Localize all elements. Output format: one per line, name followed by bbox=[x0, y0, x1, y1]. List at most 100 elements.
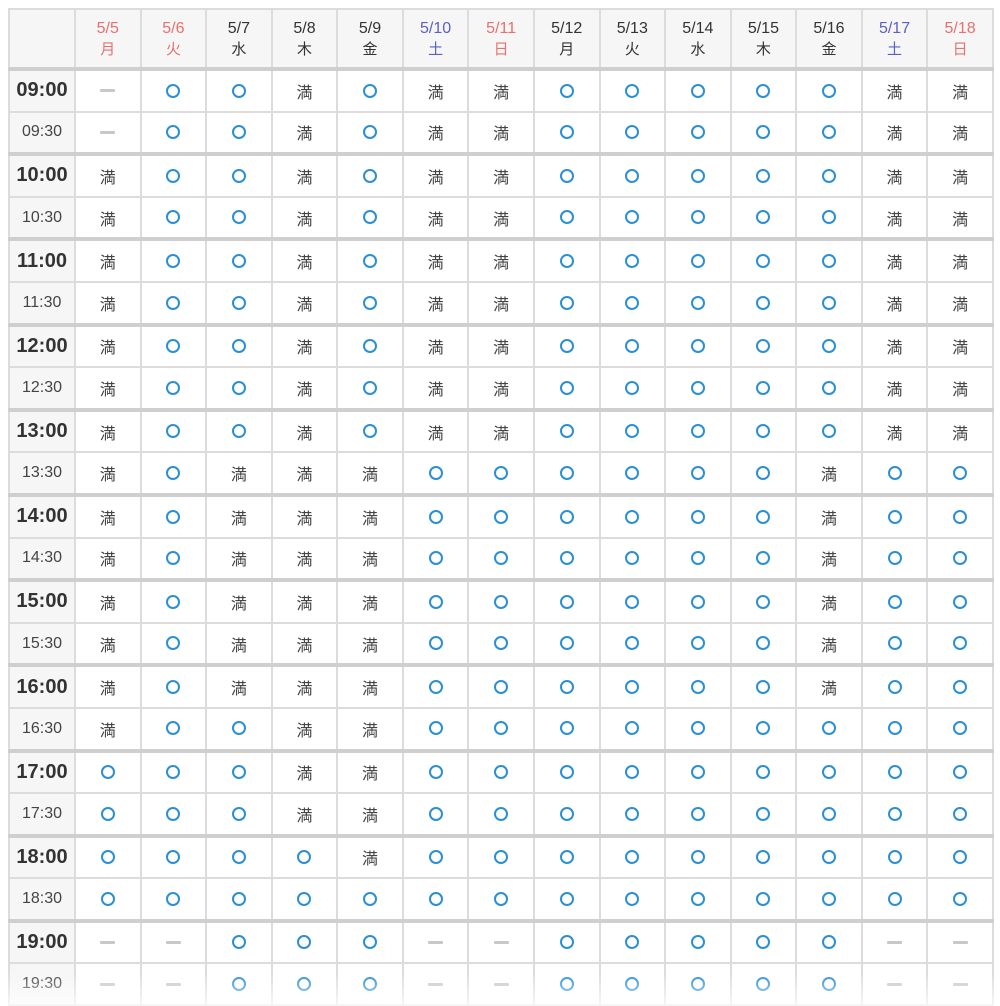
slot-available[interactable] bbox=[532, 621, 601, 667]
slot-available[interactable] bbox=[598, 110, 667, 156]
slot-available[interactable] bbox=[205, 366, 273, 411]
slot-available[interactable] bbox=[729, 322, 798, 369]
slot-available[interactable] bbox=[860, 578, 929, 624]
slot-available[interactable] bbox=[598, 366, 667, 411]
slot-available[interactable] bbox=[74, 877, 142, 922]
slot-available[interactable] bbox=[467, 706, 535, 752]
slot-available[interactable] bbox=[139, 833, 208, 880]
slot-available[interactable] bbox=[664, 237, 732, 283]
slot-available[interactable] bbox=[729, 237, 798, 283]
slot-available[interactable] bbox=[598, 237, 667, 283]
slot-available[interactable] bbox=[860, 748, 929, 795]
slot-available[interactable] bbox=[860, 833, 929, 880]
slot-available[interactable] bbox=[139, 322, 208, 369]
slot-available[interactable] bbox=[598, 578, 667, 624]
slot-available[interactable] bbox=[205, 877, 273, 922]
slot-available[interactable] bbox=[860, 492, 929, 539]
slot-available[interactable] bbox=[729, 706, 798, 752]
slot-available[interactable] bbox=[598, 833, 667, 880]
slot-available[interactable] bbox=[598, 451, 667, 496]
slot-available[interactable] bbox=[467, 578, 535, 624]
slot-available[interactable] bbox=[664, 67, 732, 113]
slot-available[interactable] bbox=[401, 492, 470, 539]
slot-available[interactable] bbox=[598, 280, 667, 326]
slot-available[interactable] bbox=[729, 536, 798, 582]
slot-available[interactable] bbox=[532, 918, 601, 965]
slot-available[interactable] bbox=[139, 492, 208, 539]
slot-available[interactable] bbox=[336, 366, 404, 411]
slot-available[interactable] bbox=[467, 748, 535, 795]
slot-available[interactable] bbox=[664, 962, 732, 1006]
slot-available[interactable] bbox=[139, 706, 208, 752]
slot-available[interactable] bbox=[729, 195, 798, 241]
slot-available[interactable] bbox=[532, 322, 601, 369]
slot-available[interactable] bbox=[532, 663, 601, 709]
slot-available[interactable] bbox=[467, 663, 535, 709]
slot-available[interactable] bbox=[795, 67, 863, 113]
slot-available[interactable] bbox=[401, 792, 470, 837]
slot-available[interactable] bbox=[205, 748, 273, 795]
slot-available[interactable] bbox=[401, 748, 470, 795]
slot-available[interactable] bbox=[729, 110, 798, 156]
slot-available[interactable] bbox=[532, 792, 601, 837]
slot-available[interactable] bbox=[860, 706, 929, 752]
slot-available[interactable] bbox=[729, 280, 798, 326]
slot-available[interactable] bbox=[467, 536, 535, 582]
slot-available[interactable] bbox=[664, 833, 732, 880]
slot-available[interactable] bbox=[664, 280, 732, 326]
slot-available[interactable] bbox=[598, 792, 667, 837]
slot-available[interactable] bbox=[139, 366, 208, 411]
slot-available[interactable] bbox=[664, 792, 732, 837]
slot-available[interactable] bbox=[729, 152, 798, 198]
slot-available[interactable] bbox=[336, 280, 404, 326]
slot-available[interactable] bbox=[532, 152, 601, 198]
slot-available[interactable] bbox=[664, 578, 732, 624]
slot-available[interactable] bbox=[139, 110, 208, 156]
slot-available[interactable] bbox=[795, 322, 863, 369]
slot-available[interactable] bbox=[336, 110, 404, 156]
slot-available[interactable] bbox=[598, 322, 667, 369]
slot-available[interactable] bbox=[532, 706, 601, 752]
slot-available[interactable] bbox=[598, 918, 667, 965]
slot-available[interactable] bbox=[860, 451, 929, 496]
slot-available[interactable] bbox=[467, 877, 535, 922]
slot-available[interactable] bbox=[729, 366, 798, 411]
slot-available[interactable] bbox=[926, 536, 994, 582]
slot-available[interactable] bbox=[270, 877, 339, 922]
slot-available[interactable] bbox=[729, 492, 798, 539]
slot-available[interactable] bbox=[532, 195, 601, 241]
slot-available[interactable] bbox=[664, 407, 732, 454]
slot-available[interactable] bbox=[401, 877, 470, 922]
slot-available[interactable] bbox=[139, 663, 208, 709]
slot-available[interactable] bbox=[729, 578, 798, 624]
slot-available[interactable] bbox=[926, 578, 994, 624]
slot-available[interactable] bbox=[205, 152, 273, 198]
slot-available[interactable] bbox=[336, 407, 404, 454]
slot-available[interactable] bbox=[795, 877, 863, 922]
slot-available[interactable] bbox=[598, 67, 667, 113]
slot-available[interactable] bbox=[532, 366, 601, 411]
slot-available[interactable] bbox=[139, 152, 208, 198]
slot-available[interactable] bbox=[336, 237, 404, 283]
slot-available[interactable] bbox=[336, 322, 404, 369]
slot-available[interactable] bbox=[336, 918, 404, 965]
slot-available[interactable] bbox=[532, 536, 601, 582]
slot-available[interactable] bbox=[401, 833, 470, 880]
slot-available[interactable] bbox=[401, 621, 470, 667]
slot-available[interactable] bbox=[270, 962, 339, 1006]
slot-available[interactable] bbox=[926, 792, 994, 837]
slot-available[interactable] bbox=[532, 877, 601, 922]
slot-available[interactable] bbox=[926, 748, 994, 795]
slot-available[interactable] bbox=[598, 663, 667, 709]
slot-available[interactable] bbox=[664, 152, 732, 198]
slot-available[interactable] bbox=[139, 621, 208, 667]
slot-available[interactable] bbox=[664, 322, 732, 369]
slot-available[interactable] bbox=[205, 322, 273, 369]
slot-available[interactable] bbox=[532, 492, 601, 539]
slot-available[interactable] bbox=[860, 663, 929, 709]
slot-available[interactable] bbox=[729, 877, 798, 922]
slot-available[interactable] bbox=[860, 621, 929, 667]
slot-available[interactable] bbox=[795, 833, 863, 880]
slot-available[interactable] bbox=[532, 237, 601, 283]
slot-available[interactable] bbox=[664, 663, 732, 709]
